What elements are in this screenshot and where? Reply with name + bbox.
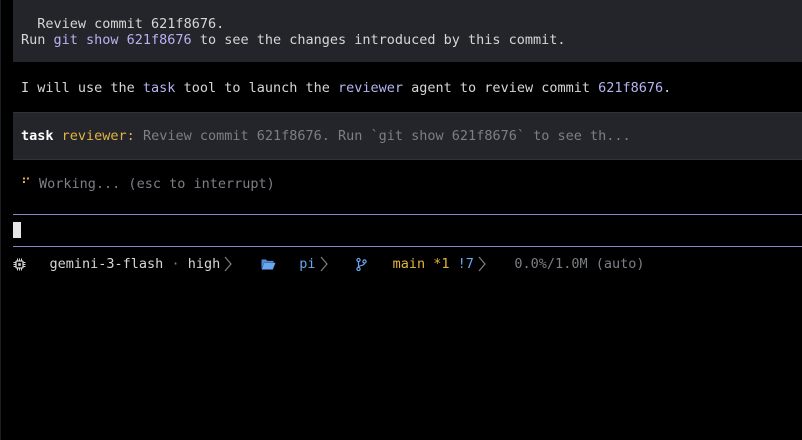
working-text: Working... (esc to interrupt) <box>39 176 275 192</box>
assistant-text-3: agent to review commit <box>403 80 599 96</box>
assistant-text-2: tool to launch the <box>175 80 338 96</box>
editor-bottom-border <box>13 246 802 247</box>
tool-call-name: task <box>21 128 54 144</box>
editor-top-border <box>13 214 802 215</box>
git-branch-name: main <box>392 256 426 272</box>
chevron-right-icon <box>320 224 353 304</box>
assistant-text-4: . <box>663 80 672 96</box>
user-message-run: Run <box>21 32 54 48</box>
chevron-right-icon <box>224 224 257 304</box>
folder-open-icon <box>261 226 294 302</box>
chevron-right-icon <box>478 224 511 304</box>
user-message-text: Review commit 621f8676. <box>37 16 225 32</box>
user-message-tail: to see the changes introduced by this co… <box>191 32 566 48</box>
chip-icon <box>13 226 46 303</box>
status-bar: gemini-3-flash · high pi main *1 !7 0.0%… <box>13 255 644 273</box>
git-branch-icon <box>356 226 389 303</box>
assistant-tool-name: task <box>142 80 176 96</box>
context-usage: 0.0%/1.0M (auto) <box>514 256 645 272</box>
user-message-command: git show 621f8676 <box>53 32 192 48</box>
folder-name: pi <box>299 256 316 272</box>
thinking-level: high <box>187 256 221 272</box>
user-message-line-2: Run git show 621f8676 to see the changes… <box>21 32 566 48</box>
assistant-agent-name: reviewer <box>338 80 404 96</box>
window-edge <box>0 0 1 440</box>
assistant-text-1: I will use the <box>21 80 143 96</box>
spinner-icon: ⠋ <box>21 176 31 192</box>
git-modified-count: !7 <box>457 256 474 272</box>
tool-call-line: task reviewer: Review commit 621f8676. R… <box>21 128 631 144</box>
model-separator: · <box>171 256 180 272</box>
assistant-message: I will use the task tool to launch the r… <box>21 80 671 96</box>
git-staged-count: *1 <box>433 256 450 272</box>
user-message-line-1: Review commit 621f8676. <box>21 0 224 32</box>
tool-call-agent: reviewer: <box>61 128 135 144</box>
tool-call-args: Review commit 621f8676. Run `git show 62… <box>142 128 631 144</box>
model-name: gemini-3-flash <box>49 256 164 272</box>
assistant-commit-id: 621f8676 <box>598 80 664 96</box>
working-indicator: ⠋ Working... (esc to interrupt) <box>21 176 275 192</box>
